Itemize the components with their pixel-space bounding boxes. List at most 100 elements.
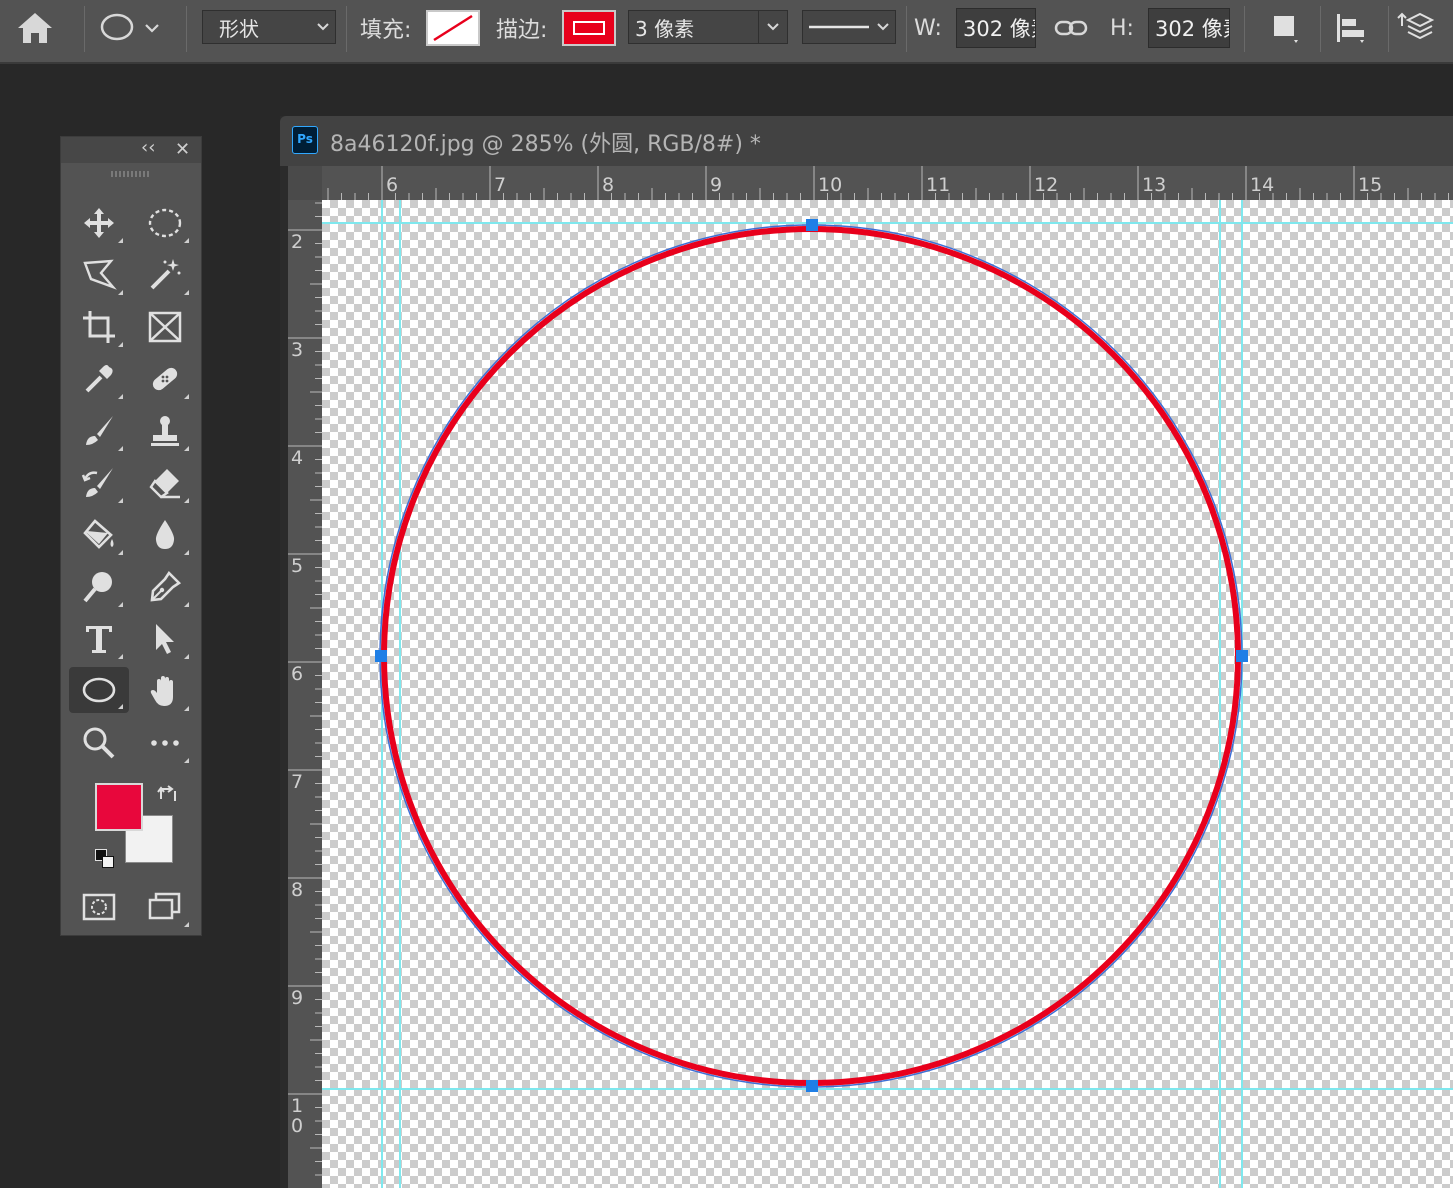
stroke-width-dropdown[interactable]: [758, 11, 787, 43]
dodge-icon: [83, 572, 112, 603]
anchor-point-left[interactable]: [375, 650, 387, 662]
chevron-down-icon: [145, 24, 159, 33]
hand-tool[interactable]: [143, 669, 189, 713]
ruler-label: 8: [291, 879, 304, 901]
chevron-down-icon: [317, 23, 329, 31]
default-colors-button[interactable]: [95, 849, 115, 869]
align-left-icon: [1337, 14, 1364, 43]
pen-tool[interactable]: [143, 565, 189, 609]
ruler-label: 9: [291, 987, 304, 1009]
separator: [84, 6, 85, 52]
toolbox-header: ‹‹ ✕: [61, 137, 201, 163]
more-tools-button[interactable]: [143, 721, 189, 765]
ruler-origin[interactable]: [288, 166, 322, 200]
path-selection-tool[interactable]: [143, 617, 189, 661]
ellipse-icon: [100, 13, 134, 41]
ellipse-shape[interactable]: [322, 200, 1453, 1188]
foreground-color-swatch[interactable]: [95, 783, 143, 831]
ruler-label: 6: [386, 174, 399, 196]
document-title: 8a46120f.jpg @ 285% (外圆, RGB/8#) *: [330, 132, 761, 157]
frame-icon: [148, 311, 182, 343]
blur-tool[interactable]: [143, 513, 189, 557]
toolbox-panel: ‹‹ ✕: [60, 136, 202, 936]
type-t-icon: [86, 626, 112, 653]
ruler-label: 13: [1142, 174, 1167, 196]
ruler-label: 6: [291, 663, 304, 685]
stroke-width-value: 3 像素: [635, 16, 695, 41]
frame-tool[interactable]: [143, 305, 187, 349]
stroke-type-select[interactable]: [802, 10, 896, 44]
home-button[interactable]: [16, 0, 54, 56]
arrow-cursor-icon: [156, 624, 174, 654]
link-icon: [1054, 20, 1088, 36]
separator: [1388, 6, 1389, 52]
ruler-label: 8: [602, 174, 615, 196]
fill-label: 填充:: [360, 18, 412, 43]
shape-mode-select[interactable]: 形状: [202, 10, 336, 44]
stroke-label: 描边:: [496, 18, 548, 43]
swap-colors-button[interactable]: [157, 783, 179, 809]
paint-bucket-tool[interactable]: [77, 513, 123, 557]
separator: [906, 6, 907, 52]
crop-tool[interactable]: [77, 305, 123, 349]
height-value: 302 像素: [1155, 17, 1229, 41]
options-bar: 形状 填充: 描边: 3 像素 W: 302 像 H: 302 像: [0, 0, 1453, 64]
magic-wand-tool[interactable]: [143, 253, 189, 297]
stroke-swatch[interactable]: [562, 10, 616, 46]
path-alignment-button[interactable]: [1334, 0, 1370, 56]
close-panel-button[interactable]: ✕: [175, 139, 190, 160]
history-brush-tool[interactable]: [77, 461, 123, 505]
home-icon: [18, 13, 52, 43]
eraser-tool[interactable]: [143, 461, 189, 505]
swap-arrow-icon: [157, 785, 176, 801]
default-colors-icon-back: [102, 856, 114, 868]
stamp-icon: [151, 416, 179, 446]
ellipse-tool[interactable]: [69, 667, 129, 713]
document-tab[interactable]: Ps 8a46120f.jpg @ 285% (外圆, RGB/8#) *: [280, 116, 1453, 166]
ruler-label: 4: [291, 447, 304, 469]
path-operations-button[interactable]: [1268, 0, 1304, 56]
healing-brush-tool[interactable]: [143, 357, 189, 401]
vertical-ruler[interactable]: 2 3 4 5 6 7 8 9 1 0: [288, 200, 322, 1188]
canvas[interactable]: [322, 200, 1453, 1188]
height-input[interactable]: 302 像素: [1148, 8, 1230, 48]
quick-mask-button[interactable]: [77, 885, 121, 929]
lasso-tool[interactable]: [77, 253, 123, 297]
bandage-icon: [152, 367, 178, 391]
width-input[interactable]: 302 像素: [956, 8, 1036, 48]
brush-icon: [86, 416, 113, 445]
ruler-label: 11: [926, 174, 951, 196]
zoom-tool[interactable]: [77, 721, 121, 765]
dodge-tool[interactable]: [77, 565, 123, 609]
separator: [1320, 6, 1321, 52]
anchor-point-top[interactable]: [806, 219, 818, 231]
move-tool[interactable]: [77, 201, 123, 245]
eyedropper-tool[interactable]: [77, 357, 123, 401]
ellipsis-icon: [151, 740, 179, 746]
brush-tool[interactable]: [77, 409, 123, 453]
ruler-label: 5: [291, 555, 304, 577]
stroke-width-field[interactable]: 3 像素: [628, 10, 788, 44]
drag-grip[interactable]: [111, 171, 151, 177]
collapse-panel-button[interactable]: ‹‹: [141, 137, 155, 158]
ruler-label: 9: [710, 174, 723, 196]
link-dimensions-button[interactable]: [1054, 0, 1088, 56]
ruler-label: 14: [1250, 174, 1275, 196]
horizontal-ruler[interactable]: 6 7 8 9 10 11 12 13 14 15: [322, 166, 1453, 200]
anchor-point-bottom[interactable]: [806, 1080, 818, 1092]
path-arrangement-button[interactable]: [1396, 0, 1436, 56]
eraser-icon: [149, 469, 180, 499]
ellipse-icon: [82, 677, 116, 703]
type-tool[interactable]: [77, 617, 123, 661]
paint-bucket-icon: [83, 519, 114, 549]
clone-stamp-tool[interactable]: [143, 409, 189, 453]
ps-badge-text: Ps: [297, 132, 313, 146]
polygonal-lasso-icon: [83, 259, 117, 290]
anchor-point-right[interactable]: [1236, 650, 1248, 662]
pen-nib-icon: [150, 570, 182, 602]
elliptical-marquee-tool[interactable]: [143, 201, 189, 245]
screen-mode-button[interactable]: [143, 885, 189, 929]
no-fill-icon: [433, 14, 473, 42]
tool-preset-picker[interactable]: [100, 0, 162, 56]
fill-swatch[interactable]: [426, 10, 480, 46]
